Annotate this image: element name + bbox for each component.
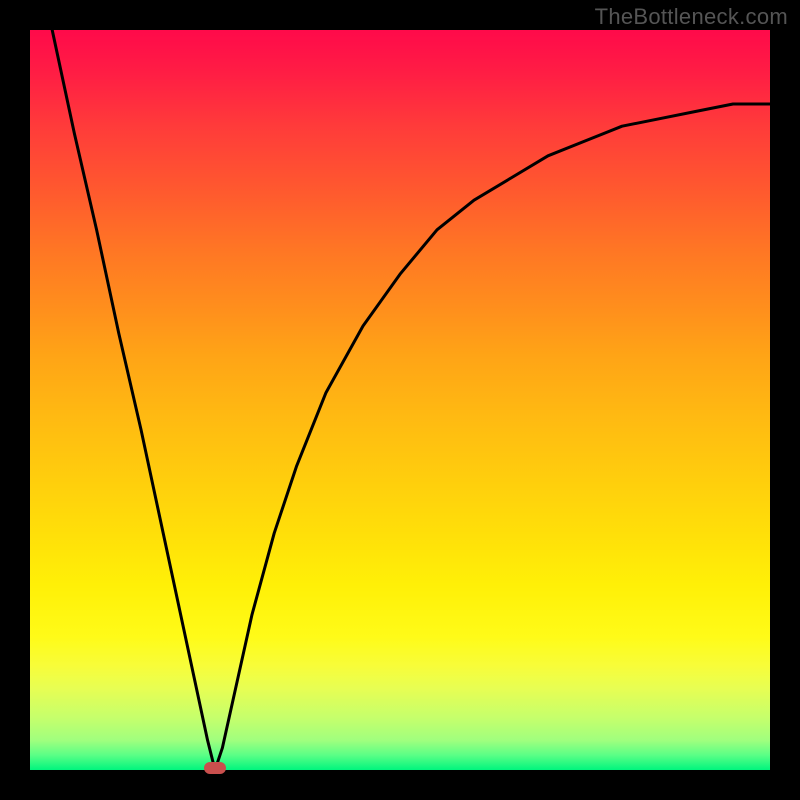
min-marker — [204, 762, 226, 774]
plot-area — [30, 30, 770, 770]
chart-frame: TheBottleneck.com — [0, 0, 800, 800]
watermark-text: TheBottleneck.com — [595, 4, 788, 30]
bottleneck-curve — [30, 30, 770, 770]
